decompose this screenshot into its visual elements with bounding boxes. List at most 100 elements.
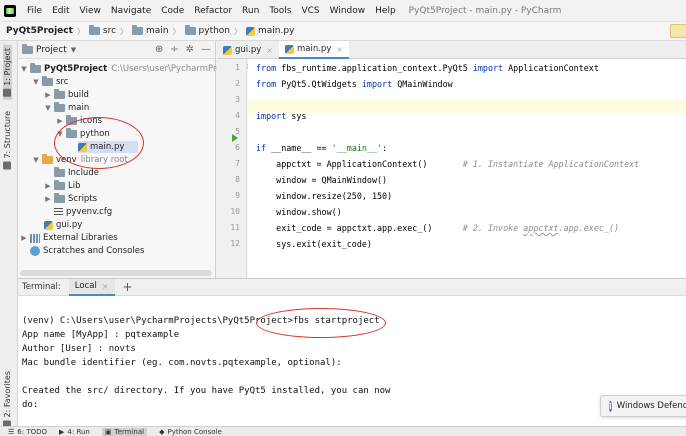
menu-file[interactable]: File: [27, 6, 42, 16]
menu-help[interactable]: Help: [375, 6, 396, 16]
info-icon: i: [609, 400, 612, 412]
code-line: from PyQt5.QtWidgets import QMainWindow: [256, 79, 453, 89]
code-text: QMainWindow: [392, 79, 453, 89]
locate-icon[interactable]: ⊕: [155, 44, 163, 55]
tool-label: 4: Run: [67, 427, 90, 436]
code-line: exit_code = appctxt.app.exec_() # 2. Inv…: [256, 223, 619, 233]
tree-item-src[interactable]: ▼ src: [32, 76, 68, 88]
horizontal-scrollbar[interactable]: [20, 270, 212, 276]
tree-item-lib[interactable]: ▶ Lib: [44, 180, 81, 192]
editor-gutter: 1 2 3 4 5 6 7 8 9 10 11 12: [217, 59, 247, 278]
run-gutter-icon[interactable]: [232, 134, 238, 142]
line-number: 6: [235, 143, 240, 152]
tree-item-icons[interactable]: ▶ icons: [56, 115, 102, 127]
terminal-tab-local[interactable]: Local ×: [68, 278, 115, 296]
todo-icon: ☰: [8, 427, 15, 436]
collapse-arrow-icon: ▶: [45, 195, 51, 203]
breadcrumb-project[interactable]: PyQt5Project: [6, 26, 73, 36]
python-file-icon: [78, 142, 87, 152]
terminal-output[interactable]: (venv) C:\Users\user\PycharmProjects\PyQ…: [18, 296, 686, 426]
code-keyword: import: [361, 79, 393, 89]
tree-item-build[interactable]: ▶ build: [44, 89, 89, 101]
folder-icon: [88, 25, 100, 35]
close-icon[interactable]: ×: [102, 282, 109, 291]
tool-todo[interactable]: ☰ 6: TODO: [8, 428, 47, 436]
tab-structure[interactable]: 7: Structure: [3, 111, 12, 170]
code-line: window.show(): [256, 207, 342, 217]
code-text: window.resize(250, 150): [256, 191, 393, 201]
tool-label: Terminal: [114, 427, 145, 436]
breadcrumb-src[interactable]: src: [103, 26, 116, 36]
menu-edit[interactable]: Edit: [52, 6, 69, 16]
tab-favorites[interactable]: 2: Favorites: [3, 371, 12, 429]
code-text: :: [382, 143, 388, 153]
python-file-icon: [44, 220, 53, 230]
menu-refactor[interactable]: Refactor: [194, 6, 232, 16]
tab-main-py[interactable]: main.py ×: [278, 41, 350, 59]
tab-gui-py[interactable]: gui.py ×: [217, 41, 279, 59]
tool-run[interactable]: ▶ 4: Run: [59, 428, 90, 436]
tree-label: venv: [56, 155, 77, 165]
terminal-line: Author [User] : novts: [22, 344, 136, 354]
tree-item-external-libs[interactable]: ▶ External Libraries: [20, 232, 118, 244]
line-number: 1: [235, 63, 240, 72]
tree-item-venv[interactable]: ▼ venv library root: [32, 154, 128, 166]
code-text: exit_code = appctxt.app.exec_(): [256, 223, 463, 233]
menu-view[interactable]: View: [80, 6, 101, 16]
tree-item-python[interactable]: ▼ python: [56, 128, 110, 140]
tree-item-scratches[interactable]: Scratches and Consoles: [30, 245, 144, 257]
hide-icon[interactable]: —: [201, 44, 211, 55]
add-terminal-icon[interactable]: +: [123, 280, 133, 294]
project-view-selector[interactable]: Project: [36, 45, 67, 55]
close-icon[interactable]: ×: [336, 45, 343, 54]
tool-terminal[interactable]: ▣ Terminal: [101, 427, 148, 436]
breadcrumb-main[interactable]: main: [146, 26, 169, 36]
code-editor[interactable]: from fbs_runtime.application_context.PyQ…: [248, 59, 686, 278]
run-config-icon[interactable]: [670, 24, 686, 38]
tool-python-console[interactable]: ◆ Python Console: [159, 428, 222, 436]
code-keyword: from: [256, 79, 277, 89]
folder-icon: [132, 25, 144, 35]
tree-item-main[interactable]: ▼ main: [44, 102, 89, 114]
line-number: 4: [235, 111, 240, 120]
tree-item-main-py[interactable]: main.py: [78, 141, 139, 153]
code-comment: # 1. Instantiate ApplicationContext: [462, 159, 640, 169]
line-number: 7: [235, 159, 240, 168]
menu-navigate[interactable]: Navigate: [111, 6, 151, 16]
collapse-all-icon[interactable]: ÷: [170, 44, 178, 55]
menu-vcs[interactable]: VCS: [301, 6, 319, 16]
gear-icon[interactable]: ✲: [186, 44, 194, 55]
menu-run[interactable]: Run: [242, 6, 259, 16]
python-file-icon: [223, 45, 232, 55]
left-tool-strip: 1: Project 7: Structure 2: Favorites: [0, 41, 18, 429]
line-number: 10: [230, 207, 240, 216]
menu-window[interactable]: Window: [330, 6, 366, 16]
expand-arrow-icon: ▼: [33, 78, 39, 86]
folder-icon: [42, 76, 53, 86]
breadcrumb-main-py[interactable]: main.py: [258, 26, 294, 36]
chevron-down-icon[interactable]: ▼: [71, 46, 76, 54]
structure-icon: [3, 161, 12, 170]
code-comment: .app.exec_(): [558, 223, 620, 233]
python-file-icon: [246, 26, 256, 36]
windows-defender-notification[interactable]: i Windows Defende: [600, 395, 686, 417]
tree-item-pyvenv[interactable]: pyvenv.cfg: [54, 206, 112, 218]
close-icon[interactable]: ×: [266, 46, 273, 55]
folder-icon: [54, 167, 65, 177]
breadcrumb-python[interactable]: python: [199, 26, 230, 36]
tool-window-bar: ☰ 6: TODO ▶ 4: Run ▣ Terminal ◆ Python Conso…: [0, 426, 686, 436]
folder-icon: [30, 63, 41, 73]
tree-item-include[interactable]: Include: [54, 167, 99, 179]
code-line: appctxt = ApplicationContext() # 1. Inst…: [256, 159, 639, 169]
tree-item-gui-py[interactable]: gui.py: [44, 219, 82, 231]
expand-arrow-icon: ▼: [57, 130, 63, 138]
tree-item-scripts[interactable]: ▶ Scripts: [44, 193, 97, 205]
terminal-header: Terminal: Local × +: [18, 278, 686, 296]
tab-label: gui.py: [235, 45, 262, 55]
menu-tools[interactable]: Tools: [269, 6, 291, 16]
menu-code[interactable]: Code: [161, 6, 184, 16]
tree-label: External Libraries: [43, 233, 118, 243]
project-panel-header: Project ▼ ⊕ ÷ ✲ —: [18, 41, 215, 59]
terminal-line: App name [MyApp] : pqtexample: [22, 330, 180, 340]
tab-project[interactable]: 1: Project: [3, 45, 12, 100]
